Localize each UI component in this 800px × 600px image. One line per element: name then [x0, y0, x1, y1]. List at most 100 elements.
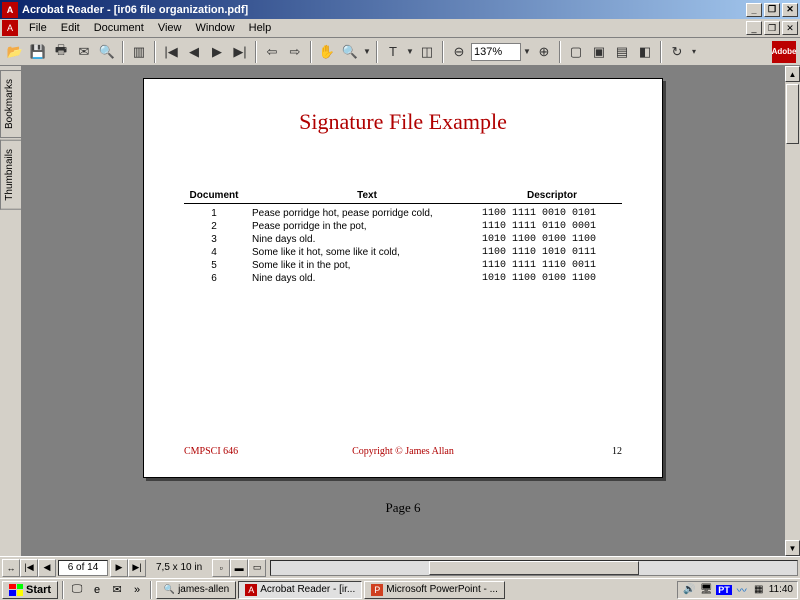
menu-window[interactable]: Window — [189, 20, 242, 36]
text-select-icon[interactable]: T — [382, 41, 404, 63]
tray-volume-icon[interactable]: 🔊 — [682, 583, 696, 597]
single-page-icon[interactable]: ▫ — [212, 559, 230, 577]
scroll-up-icon[interactable]: ▲ — [785, 66, 800, 82]
scroll-down-icon[interactable]: ▼ — [785, 540, 800, 556]
acrobat-icon: A — [2, 2, 18, 18]
menubar: A File Edit Document View Window Help _ … — [0, 19, 800, 38]
adobe-logo-icon[interactable]: Adobe — [772, 41, 796, 63]
status-first-icon[interactable]: |◀ — [20, 559, 38, 577]
taskbar-item-powerpoint[interactable]: PMicrosoft PowerPoint - ... — [364, 581, 505, 599]
fit-width-icon[interactable]: ▤ — [611, 41, 633, 63]
table-row: 3Nine days old.1010 1100 0100 1100 — [184, 233, 622, 246]
vertical-scrollbar[interactable]: ▲ ▼ — [784, 66, 800, 556]
taskbar-item-explorer[interactable]: 🔍james-allen — [156, 581, 236, 599]
titlebar: A Acrobat Reader - [ir06 file organizati… — [0, 0, 800, 19]
menu-edit[interactable]: Edit — [54, 20, 87, 36]
start-button[interactable]: Start — [2, 581, 58, 599]
mail-icon[interactable]: ✉ — [73, 41, 95, 63]
hscroll-thumb[interactable] — [429, 561, 639, 575]
forward-icon[interactable]: ⇨ — [284, 41, 306, 63]
prev-page-icon[interactable]: ◀ — [183, 41, 205, 63]
quicklaunch-more-icon[interactable]: » — [128, 581, 146, 599]
powerpoint-icon: P — [371, 584, 383, 596]
data-table: Document Text Descriptor 1Pease porridge… — [184, 190, 622, 285]
table-row: 6Nine days old.1010 1100 0100 1100 — [184, 272, 622, 285]
acrobat-icon: A — [245, 584, 257, 596]
reflow-icon[interactable]: ◧ — [634, 41, 656, 63]
dropdown-icon[interactable]: ▾ — [689, 41, 699, 63]
doc-close-button[interactable]: ✕ — [782, 21, 798, 35]
taskbar-item-acrobat[interactable]: AAcrobat Reader - [ir... — [238, 581, 362, 599]
graphic-select-icon[interactable]: ◫ — [416, 41, 438, 63]
last-page-icon[interactable]: ▶| — [229, 41, 251, 63]
page-dimensions: 7,5 x 10 in — [146, 562, 212, 573]
doc-minimize-button[interactable]: _ — [746, 21, 762, 35]
sidebar: Bookmarks Thumbnails — [0, 66, 22, 556]
first-page-icon[interactable]: |◀ — [160, 41, 182, 63]
zoom-out-icon[interactable]: ⊖ — [448, 41, 470, 63]
menu-help[interactable]: Help — [242, 20, 279, 36]
page-label: Page 6 — [385, 500, 420, 516]
quicklaunch-ie-icon[interactable]: e — [88, 581, 106, 599]
quicklaunch-outlook-icon[interactable]: ✉ — [108, 581, 126, 599]
close-button[interactable]: ✕ — [782, 3, 798, 17]
footer-copyright: Copyright © James Allan — [330, 446, 476, 457]
zoom-in-icon[interactable]: ⊕ — [533, 41, 555, 63]
language-indicator[interactable]: PT — [716, 585, 732, 595]
print-icon[interactable]: 🖶 — [50, 41, 72, 63]
rotate-icon[interactable]: ↻ — [666, 41, 688, 63]
zoom-tool-icon[interactable]: 🔍 — [339, 41, 361, 63]
tab-thumbnails[interactable]: Thumbnails — [0, 140, 21, 210]
continuous-icon[interactable]: ▬ — [230, 559, 248, 577]
zoom-dropdown-icon[interactable]: ▼ — [522, 41, 532, 63]
slide-title: Signature File Example — [184, 109, 622, 135]
horizontal-scrollbar[interactable] — [270, 560, 798, 576]
table-header-desc: Descriptor — [482, 190, 622, 201]
dropdown-icon[interactable]: ▼ — [362, 41, 372, 63]
status-last-icon[interactable]: ▶| — [128, 559, 146, 577]
menu-document[interactable]: Document — [87, 20, 151, 36]
windows-logo-icon — [9, 584, 23, 596]
open-icon[interactable]: 📂 — [4, 41, 26, 63]
save-icon[interactable]: 💾 — [27, 41, 49, 63]
status-prev-icon[interactable]: ◀ — [38, 559, 56, 577]
next-page-icon[interactable]: ▶ — [206, 41, 228, 63]
maximize-button[interactable]: ❐ — [764, 3, 780, 17]
tab-bookmarks[interactable]: Bookmarks — [0, 70, 21, 138]
show-nav-icon[interactable]: ▥ — [128, 41, 150, 63]
actual-size-icon[interactable]: ▢ — [565, 41, 587, 63]
table-row: 5Some like it in the pot,1110 1111 1110 … — [184, 259, 622, 272]
facing-icon[interactable]: ▭ — [248, 559, 266, 577]
document-area: Signature File Example Document Text Des… — [22, 66, 800, 556]
tray-app-icon[interactable]: ▦ — [752, 583, 766, 597]
dropdown-icon[interactable]: ▼ — [405, 41, 415, 63]
workspace: Bookmarks Thumbnails Signature File Exam… — [0, 66, 800, 556]
document-icon[interactable]: A — [2, 20, 18, 36]
zoom-input[interactable] — [471, 43, 521, 61]
minimize-button[interactable]: _ — [746, 3, 762, 17]
status-next-icon[interactable]: ▶ — [110, 559, 128, 577]
page-number-input[interactable] — [58, 560, 108, 576]
search-icon: 🔍 — [163, 584, 175, 596]
tray-display-icon[interactable]: 🖥 — [699, 583, 713, 597]
find-icon[interactable]: 🔍 — [96, 41, 118, 63]
toolbar: 📂 💾 🖶 ✉ 🔍 ▥ |◀ ◀ ▶ ▶| ⇦ ⇨ ✋ 🔍 ▼ T ▼ ◫ ⊖ … — [0, 38, 800, 66]
table-row: 2Pease porridge in the pot,1110 1111 011… — [184, 220, 622, 233]
back-icon[interactable]: ⇦ — [261, 41, 283, 63]
pdf-page: Signature File Example Document Text Des… — [143, 78, 663, 478]
split-horizontal-icon[interactable]: ↔ — [2, 559, 20, 577]
statusbar: ↔ |◀ ◀ ▶ ▶| 7,5 x 10 in ▫ ▬ ▭ — [0, 556, 800, 578]
table-header-doc: Document — [184, 190, 244, 201]
menu-file[interactable]: File — [22, 20, 54, 36]
hand-tool-icon[interactable]: ✋ — [316, 41, 338, 63]
tray-activity-icon[interactable]: 〰 — [735, 583, 749, 597]
window-title: Acrobat Reader - [ir06 file organization… — [22, 4, 744, 16]
doc-restore-button[interactable]: ❐ — [764, 21, 780, 35]
menu-view[interactable]: View — [151, 20, 189, 36]
quicklaunch-desktop-icon[interactable]: 🖵 — [68, 581, 86, 599]
footer-slide-number: 12 — [476, 446, 622, 457]
clock[interactable]: 11:40 — [769, 584, 793, 595]
table-row: 4Some like it hot, some like it cold,110… — [184, 246, 622, 259]
scroll-thumb[interactable] — [786, 84, 799, 144]
fit-page-icon[interactable]: ▣ — [588, 41, 610, 63]
